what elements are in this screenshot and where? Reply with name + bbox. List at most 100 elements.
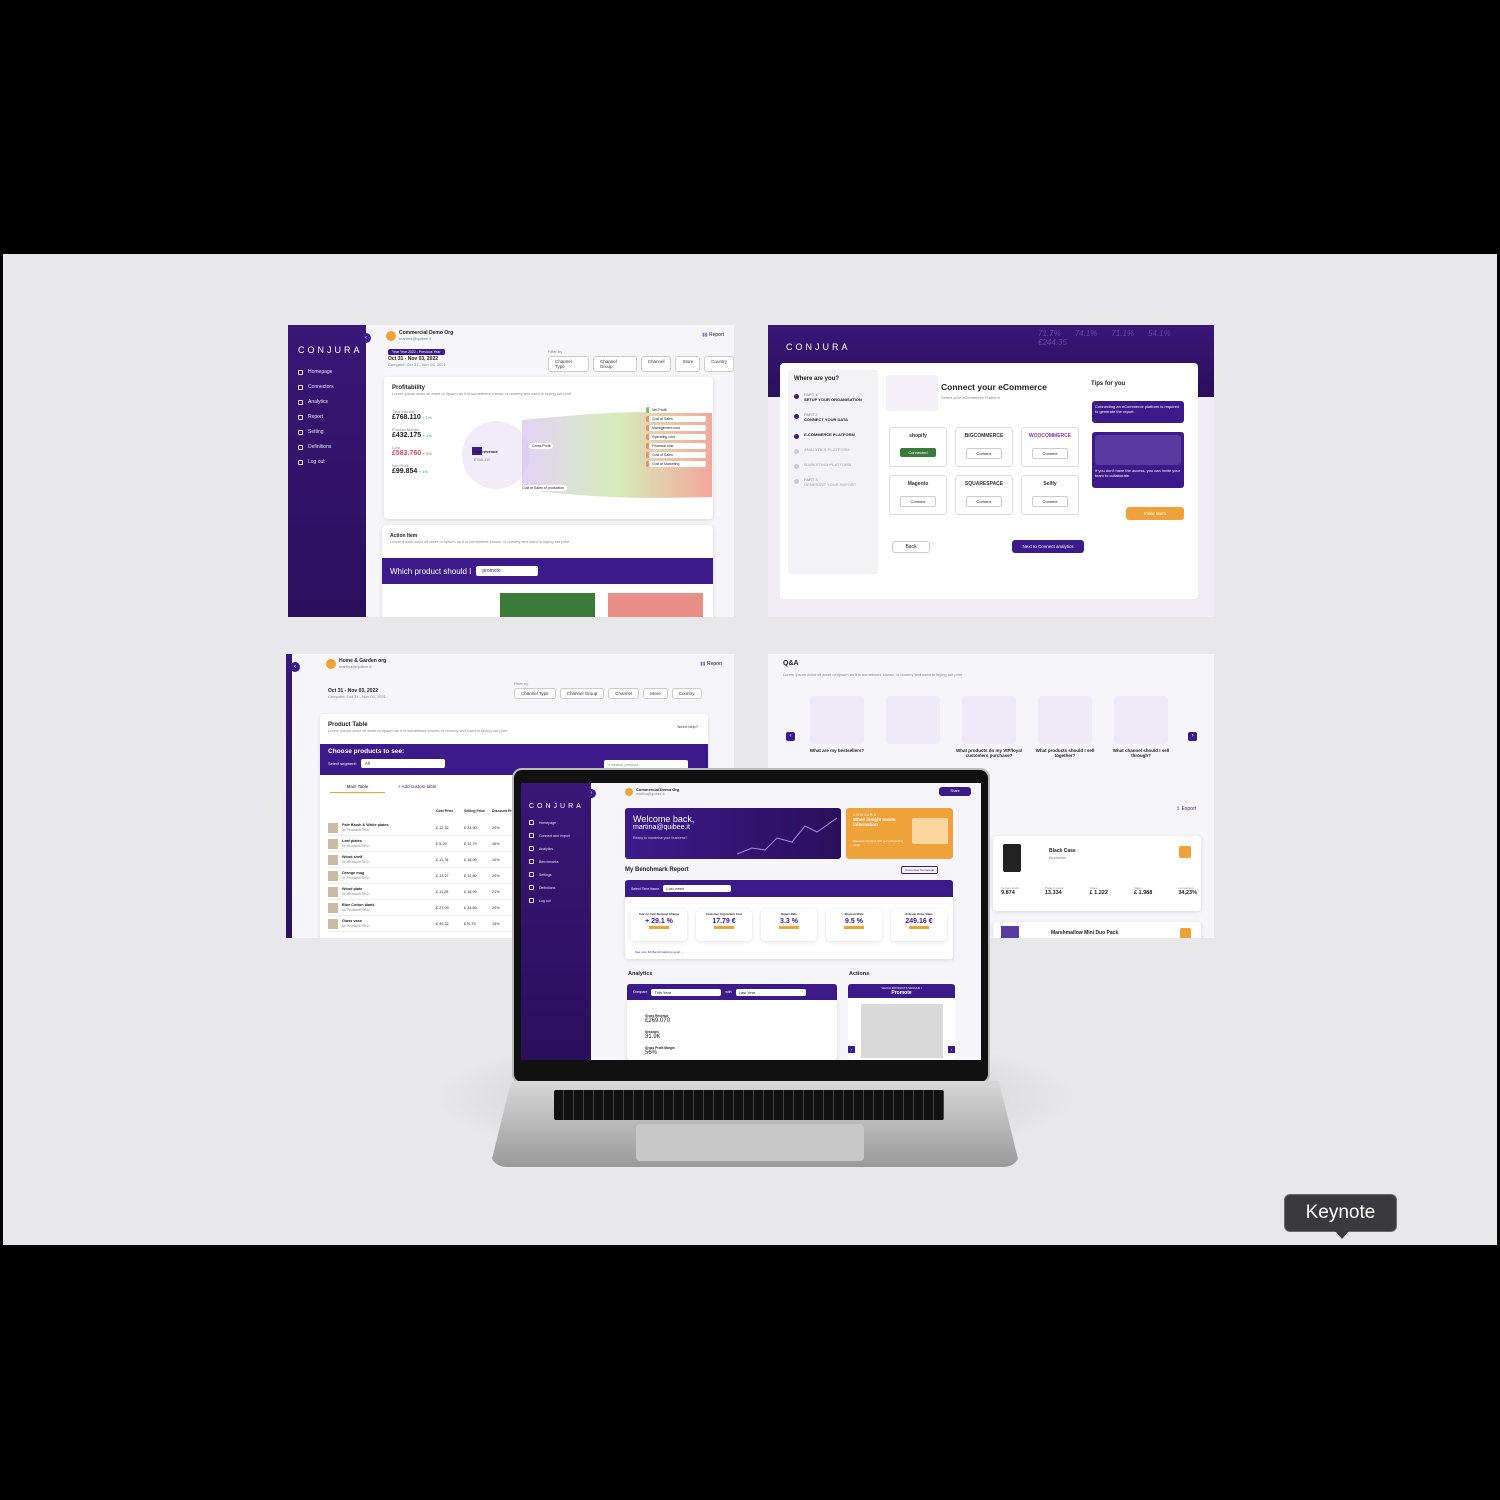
nav-label: Definitions bbox=[539, 885, 556, 890]
connect-button[interactable]: Connect bbox=[900, 496, 936, 507]
selling-cell: £ 12,79 bbox=[464, 841, 477, 846]
question-card[interactable]: What channel should I sell through? bbox=[1106, 692, 1176, 772]
connect-button[interactable]: Connect bbox=[966, 496, 1002, 507]
sidebar-item-log-out[interactable]: Log out bbox=[529, 898, 583, 903]
promo-banner[interactable]: CONJURA When insight meets information D… bbox=[846, 808, 953, 859]
segment-select[interactable]: All bbox=[360, 759, 445, 768]
kpi-card: Year-on-Year Revenue Change + 29.1 % bbox=[631, 909, 687, 941]
connect-button[interactable]: Connect bbox=[1032, 496, 1068, 507]
product-badge bbox=[1180, 928, 1191, 938]
kpi-badge bbox=[714, 926, 734, 929]
brand-logo: CONJURA bbox=[786, 342, 851, 352]
connect-button[interactable]: Connected bbox=[900, 448, 936, 457]
product-thumbnail bbox=[328, 854, 338, 865]
sankey-node: Financial cost bbox=[646, 443, 706, 449]
metric-item: Product Margin £432.175 + 1% bbox=[392, 427, 458, 439]
filter-channel-type[interactable]: Channel Type bbox=[514, 688, 556, 699]
report-link[interactable]: ▮▮ Report bbox=[700, 661, 722, 667]
need-help-link[interactable]: Need help? bbox=[678, 724, 698, 729]
sidebar-item-homepage[interactable]: Homepage bbox=[529, 820, 583, 825]
sidebar-item-analytics[interactable]: Analytics bbox=[529, 846, 583, 851]
nav-icon bbox=[529, 833, 534, 838]
question-text: What products should I sell together? bbox=[1035, 748, 1095, 758]
sidebar-item-analytics[interactable]: Analytics bbox=[298, 399, 356, 405]
sidebar-item-connect-and-import[interactable]: Connect and Import bbox=[529, 833, 583, 838]
step-label: MARKETING PLATFORM bbox=[804, 462, 852, 467]
action-prev[interactable]: ‹ bbox=[848, 1046, 855, 1053]
see-full-link[interactable]: See your full Benchmarking report → bbox=[635, 950, 684, 954]
cost-cell: £ 11,28 bbox=[436, 889, 449, 894]
question-card[interactable] bbox=[878, 692, 948, 772]
metric-value: £583.760 bbox=[392, 450, 422, 457]
connect-button[interactable]: Connect bbox=[966, 448, 1002, 459]
metric-item: Net Profit £99.854 + 1% bbox=[392, 463, 458, 475]
question-card[interactable]: What products should I sell together? bbox=[1030, 692, 1100, 772]
filter-label: Filter by bbox=[548, 349, 563, 354]
step-label: CONNECT YOUR DATA bbox=[804, 417, 848, 422]
back-button[interactable]: Back bbox=[892, 541, 930, 553]
collapse-button[interactable]: ‹ bbox=[290, 662, 300, 672]
period-select[interactable]: This Year bbox=[651, 988, 722, 996]
collapse-button[interactable]: ‹ bbox=[361, 333, 371, 343]
action-next[interactable]: › bbox=[948, 1046, 955, 1053]
filter-channel-group[interactable]: Channel Group bbox=[592, 356, 637, 372]
sankey-node: Cost of Sales bbox=[646, 416, 706, 422]
compare-select[interactable]: Last Year bbox=[735, 988, 806, 996]
next-button[interactable]: Next to Connect analytics bbox=[1012, 540, 1084, 553]
time-select[interactable]: Last week bbox=[663, 885, 732, 892]
filter-bar: Channel Type Channel Group Channel Store Cou… bbox=[514, 688, 702, 699]
share-button[interactable]: Share bbox=[939, 787, 971, 796]
platform-name: BIGCOMMERCE bbox=[964, 433, 1004, 439]
sidebar-item-setting[interactable]: Setting bbox=[298, 429, 356, 435]
sidebar-item-log-out[interactable]: Log out bbox=[298, 459, 356, 465]
sidebar-item-definitions[interactable]: Definitions bbox=[529, 885, 583, 890]
filter-channel-type[interactable]: Channel Type bbox=[548, 356, 589, 372]
kpi-card: Return Rate 3.3 % bbox=[761, 909, 817, 941]
filter-store[interactable]: Store bbox=[675, 356, 701, 372]
sidebar-item-homepage[interactable]: Homepage bbox=[298, 369, 356, 375]
step-marker bbox=[794, 434, 799, 439]
benchmark-title: My Benchmark Report bbox=[625, 867, 689, 873]
step-marker bbox=[794, 414, 799, 419]
connect-button[interactable]: Connect bbox=[1032, 448, 1068, 459]
sidebar-item-report[interactable]: Report bbox=[298, 414, 356, 420]
report-link[interactable]: ▮▮ Report bbox=[702, 332, 724, 338]
question-text: What products do my VIP/loyal customers … bbox=[955, 748, 1022, 758]
product-badge bbox=[1179, 846, 1191, 858]
stat-value: £ 1.988 bbox=[1133, 890, 1153, 896]
sidebar-item-benchmarks[interactable]: Benchmarks bbox=[529, 859, 583, 864]
nav-label: Connect and Import bbox=[539, 833, 570, 838]
sidebar-item-connectors[interactable]: Connectors bbox=[298, 384, 356, 390]
sidebar-item-settings[interactable]: Settings bbox=[529, 872, 583, 877]
tab-add-custom[interactable]: + Add custom table bbox=[398, 784, 436, 789]
customise-button[interactable]: Customise homepage bbox=[901, 866, 939, 874]
filter-country[interactable]: Country bbox=[671, 688, 702, 699]
nav-label: Definitions bbox=[308, 444, 332, 450]
question-card[interactable]: What are my bestsellers? bbox=[802, 692, 872, 772]
filter-channel[interactable]: Channel bbox=[640, 356, 672, 372]
action-subtitle: Lorem ipsum dolor sit amet or lipsum as … bbox=[390, 539, 570, 544]
gross-profit-node: Gross Profit bbox=[529, 443, 554, 449]
product-cell: Pale Blush & White plates Id Product/SKU bbox=[342, 823, 436, 832]
filter-country[interactable]: Country bbox=[704, 356, 734, 372]
promote-select[interactable]: promote bbox=[476, 566, 539, 576]
next-arrow[interactable]: › bbox=[1188, 732, 1197, 741]
prev-arrow[interactable]: ‹ bbox=[786, 732, 795, 741]
collapse-button[interactable]: ‹ bbox=[587, 789, 596, 798]
metric-value: £432.175 bbox=[392, 432, 422, 439]
filter-store[interactable]: Store bbox=[643, 688, 668, 699]
nav-label: Setting bbox=[308, 429, 324, 435]
export-button[interactable]: ⇪ Export bbox=[1176, 806, 1196, 812]
cost-cell: £ 27,09 bbox=[436, 905, 449, 910]
tab-main-table[interactable]: Main Table bbox=[330, 784, 385, 793]
product-thumbnail bbox=[328, 886, 338, 897]
kpi-value: + 29.1 % bbox=[645, 918, 673, 925]
product-sku: Id Product/SKU bbox=[342, 859, 370, 864]
filter-channel[interactable]: Channel bbox=[608, 688, 639, 699]
invite-team-button[interactable]: Invite team bbox=[1126, 507, 1184, 520]
actions-card: WHICH PRODUCTS SHOULD I Promote ‹ › bbox=[848, 984, 955, 1060]
filter-bar: Channel Type Channel Group Channel Store Cou… bbox=[548, 356, 734, 372]
sidebar-item-definitions[interactable]: Definitions bbox=[298, 444, 356, 450]
question-card[interactable]: What products do my VIP/loyal customers … bbox=[954, 692, 1024, 772]
filter-channel-group[interactable]: Channel Group bbox=[559, 688, 605, 699]
